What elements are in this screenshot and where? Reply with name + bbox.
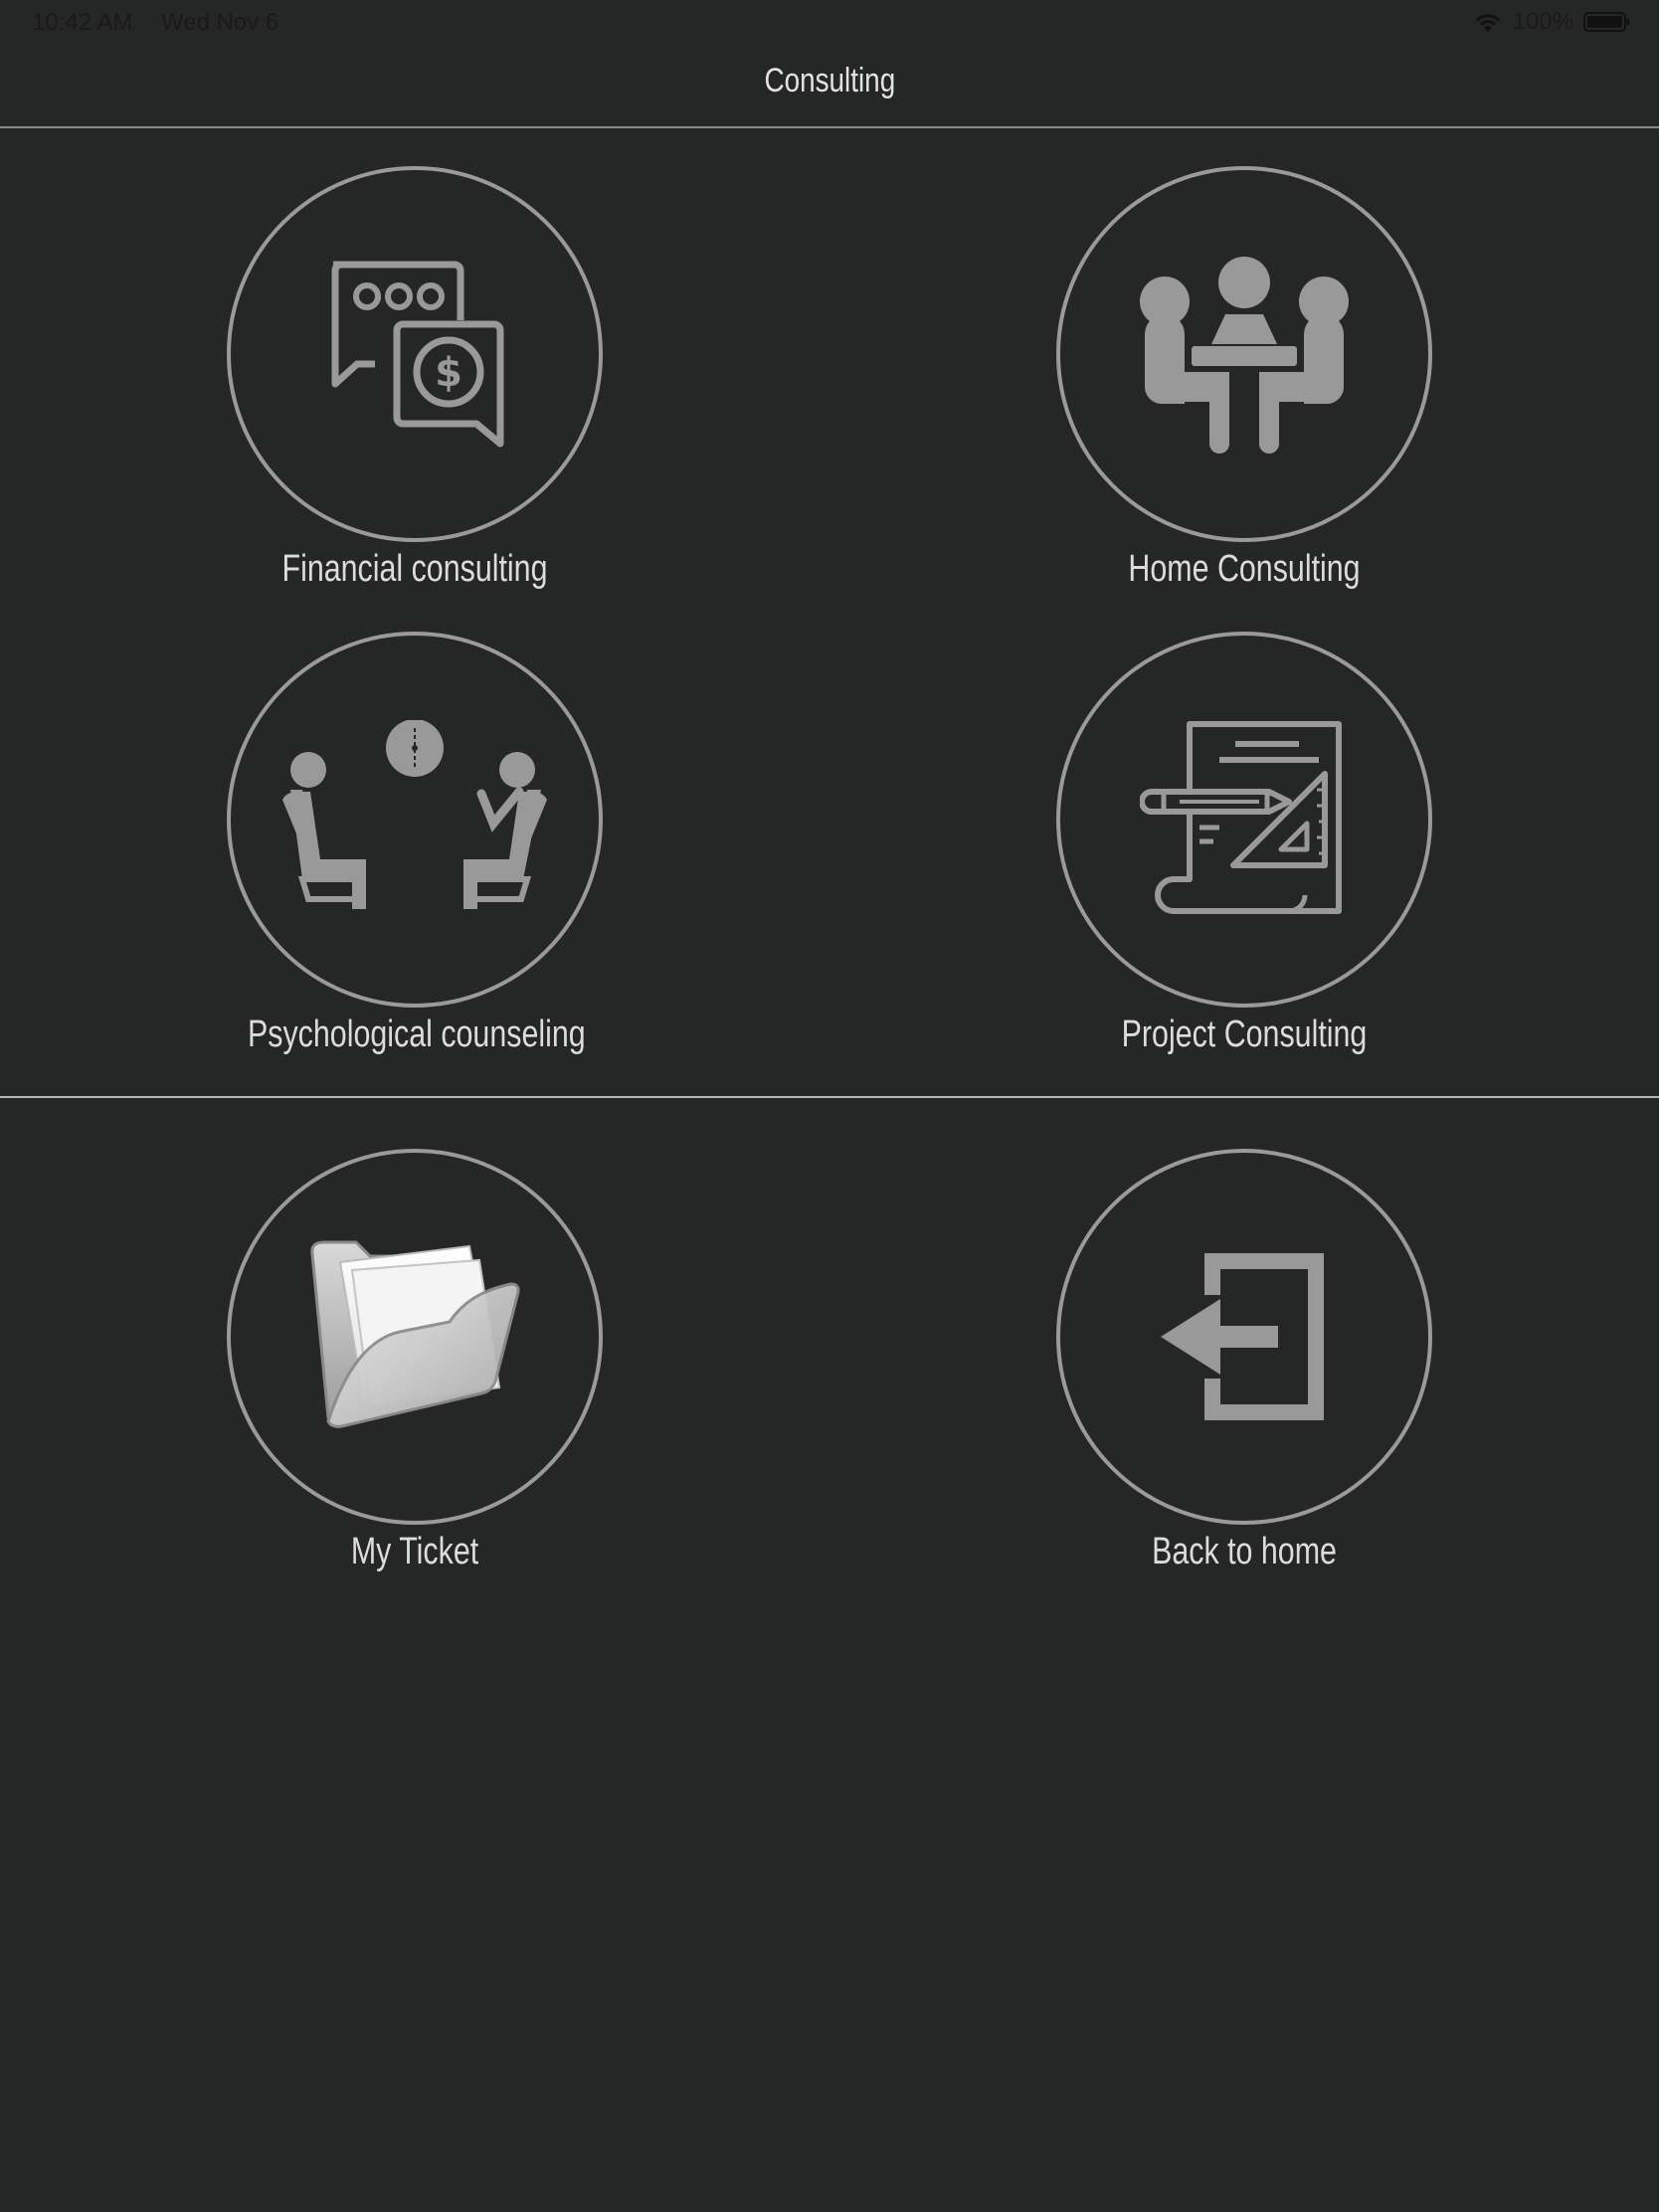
financial-consulting-label: Financial consulting	[281, 548, 548, 590]
tile-home-consulting[interactable]: Home Consulting	[1035, 166, 1453, 591]
status-right: 100%	[1473, 8, 1631, 36]
psychological-counseling-label: Psychological counseling	[248, 1014, 586, 1055]
home-consulting-button[interactable]	[1056, 166, 1432, 542]
tile-financial-consulting[interactable]: $ Financial consulting	[206, 166, 624, 591]
status-bar: 10:42 AM Wed Nov 6 100%	[0, 0, 1659, 46]
page-title: Consulting	[764, 62, 895, 99]
counseling-session-icon	[282, 720, 547, 909]
back-to-home-label: Back to home	[1152, 1531, 1337, 1572]
exit-arrow-icon	[1161, 1253, 1324, 1420]
tile-project-consulting[interactable]: Project Consulting	[1035, 632, 1453, 1056]
status-time: 10:42 AM	[32, 9, 133, 36]
section-divider	[0, 1096, 1659, 1098]
back-to-home-button[interactable]	[1056, 1149, 1432, 1525]
psychological-counseling-button[interactable]	[227, 632, 603, 1008]
wifi-icon	[1475, 14, 1500, 32]
svg-text:$: $	[435, 350, 462, 396]
tile-psychological-counseling[interactable]: Psychological counseling	[206, 632, 624, 1056]
status-date: Wed Nov 6	[161, 9, 279, 36]
meeting-table-icon	[1140, 257, 1349, 454]
project-consulting-button[interactable]	[1056, 632, 1432, 1008]
battery-percent: 100%	[1512, 8, 1573, 35]
home-consulting-label: Home Consulting	[1128, 548, 1361, 590]
my-ticket-label: My Ticket	[350, 1531, 479, 1572]
battery-icon	[1583, 12, 1630, 32]
financial-consulting-button[interactable]: $	[227, 166, 603, 542]
blueprint-icon	[1140, 721, 1342, 914]
nav-bar: Consulting	[0, 46, 1659, 128]
project-consulting-label: Project Consulting	[1121, 1014, 1368, 1055]
chat-dollar-icon: $	[331, 261, 504, 448]
folder-icon	[310, 1240, 520, 1428]
my-ticket-button[interactable]	[227, 1149, 603, 1525]
tile-my-ticket[interactable]: My Ticket	[206, 1149, 624, 1573]
tile-back-to-home[interactable]: Back to home	[1035, 1149, 1453, 1573]
